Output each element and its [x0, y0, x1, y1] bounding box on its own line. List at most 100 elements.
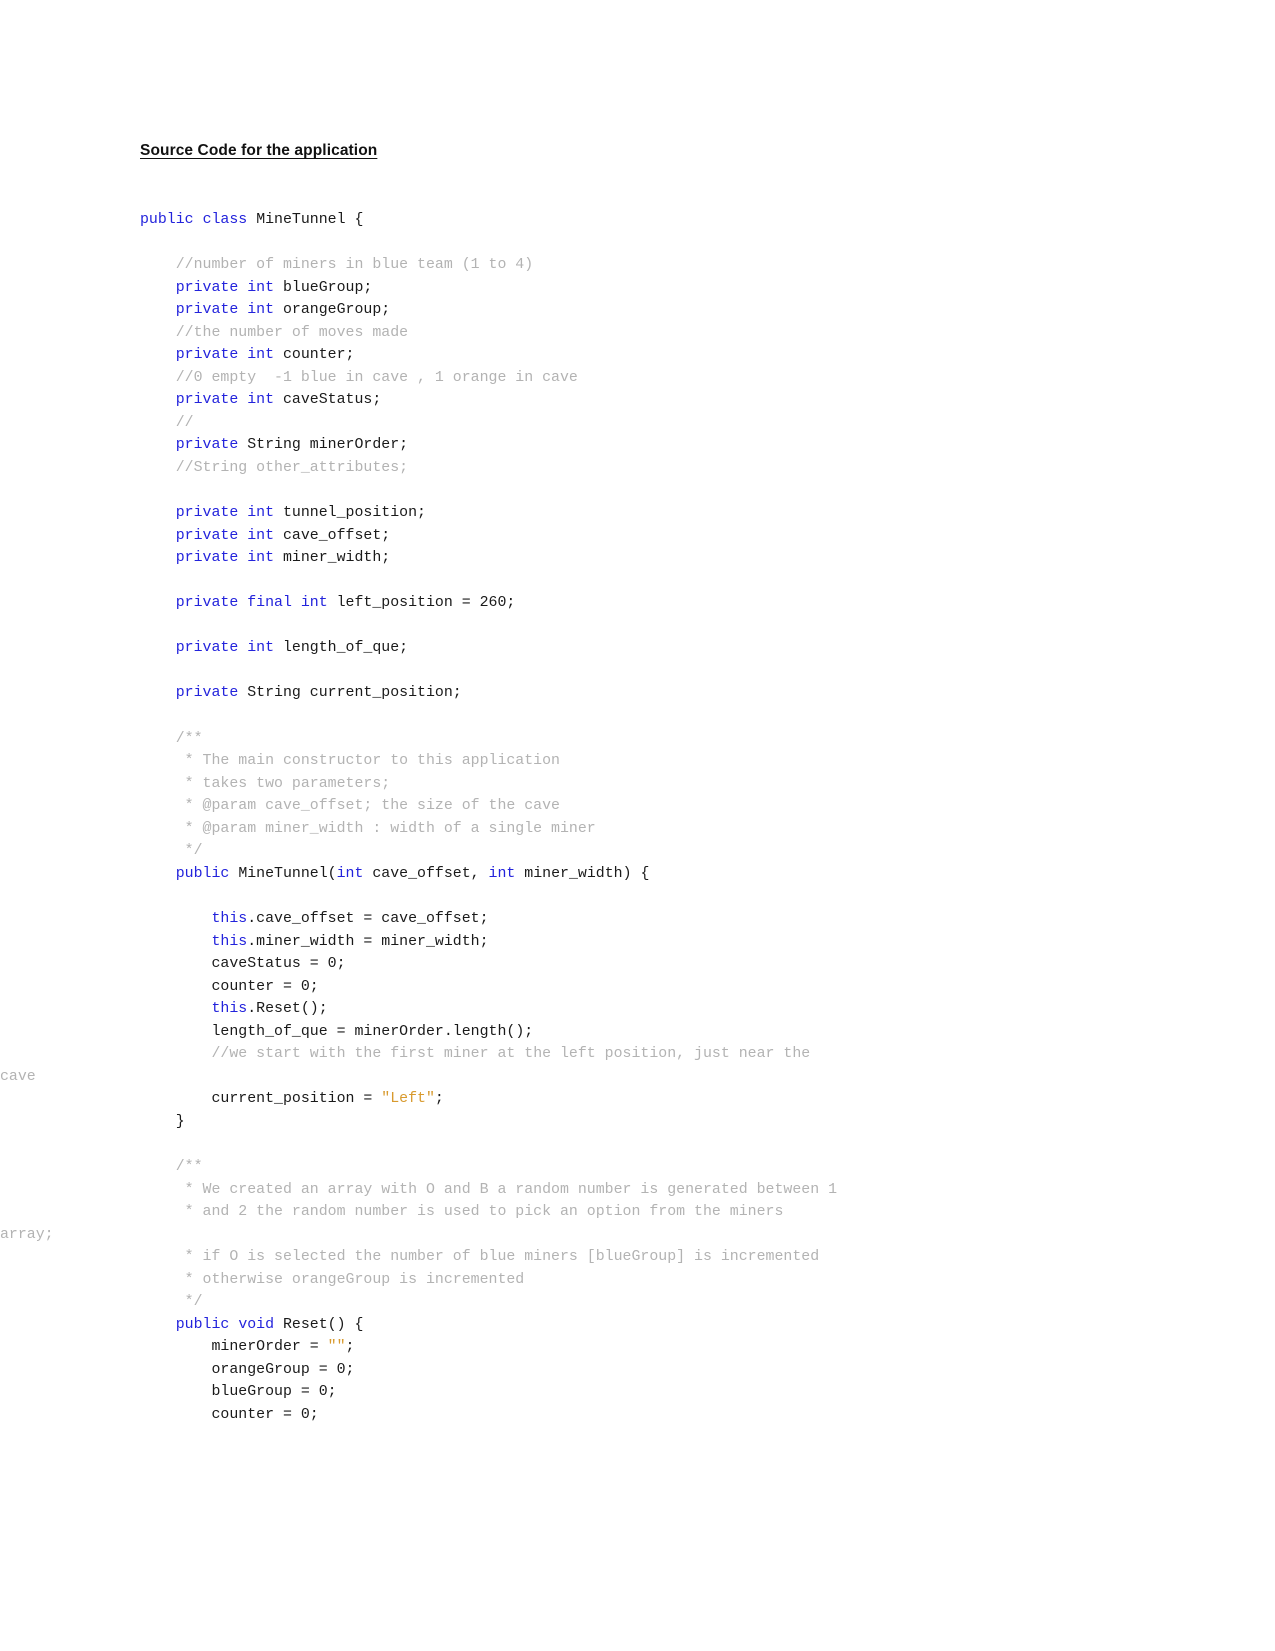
code-line: public class MineTunnel {	[140, 209, 1140, 232]
code-token-kw: int	[247, 347, 283, 364]
source-code-block: public class MineTunnel { //number of mi…	[0, 209, 1140, 1427]
code-line: //String other_attributes;	[140, 457, 1140, 480]
code-token-kw: private	[175, 640, 248, 657]
code-token-str: ""	[327, 1339, 346, 1356]
code-token-plain: Reset() {	[283, 1316, 364, 1333]
code-token-kw: int	[247, 302, 283, 319]
code-token-kw: private	[175, 595, 248, 612]
code-line: private int miner_width;	[140, 547, 1140, 570]
code-token-kw: int	[247, 279, 283, 296]
code-token-plain: }	[175, 1113, 185, 1130]
code-line: private int length_of_que;	[140, 637, 1140, 660]
code-line: private int caveStatus;	[140, 389, 1140, 412]
code-line: //	[140, 412, 1140, 435]
code-token-kw: public	[140, 212, 203, 228]
code-token-plain: cave_offset;	[283, 527, 391, 544]
code-line: caveStatus = 0;	[140, 953, 1140, 976]
code-token-kw: this	[211, 933, 248, 950]
code-line: //the number of moves made	[140, 322, 1140, 345]
code-token-kw: int	[247, 550, 283, 567]
code-token-plain: .cave_offset = cave_offset;	[247, 910, 489, 927]
code-token-kw: private	[175, 550, 248, 567]
code-token-cmt: * if O is selected the number of blue mi…	[175, 1249, 820, 1266]
code-token-kw: private	[175, 347, 248, 364]
code-token-plain: String current_position;	[247, 685, 462, 702]
code-token-kw: this	[211, 1001, 248, 1018]
code-line: length_of_que = minerOrder.length();	[140, 1021, 1140, 1044]
code-token-kw: public	[175, 1316, 239, 1333]
code-token-kw: private	[175, 279, 248, 296]
code-token-kw: private	[175, 302, 248, 319]
code-line: */	[140, 1291, 1140, 1314]
code-line: this.miner_width = miner_width;	[140, 931, 1140, 954]
code-token-kw: private	[175, 505, 248, 522]
code-token-cmt: * The main constructor to this applicati…	[175, 753, 560, 770]
code-token-plain: left_position = 260;	[336, 595, 516, 612]
code-token-plain: minerOrder =	[211, 1339, 328, 1356]
code-line: array;	[0, 1224, 1140, 1247]
code-line: * @param miner_width : width of a single…	[140, 818, 1140, 841]
code-line: minerOrder = "";	[140, 1336, 1140, 1359]
code-line: private int tunnel_position;	[140, 502, 1140, 525]
code-line: orangeGroup = 0;	[140, 1359, 1140, 1382]
code-token-cmt: * @param cave_offset; the size of the ca…	[175, 798, 560, 815]
code-token-kw: private	[175, 685, 248, 702]
code-token-kw: int	[247, 392, 283, 409]
code-line: }	[140, 1111, 1140, 1134]
code-token-plain: counter = 0;	[211, 1406, 319, 1423]
code-line: */	[140, 840, 1140, 863]
code-token-cmt: array;	[0, 1226, 54, 1243]
code-line: /**	[140, 728, 1140, 751]
code-token-plain: .miner_width = miner_width;	[247, 933, 489, 950]
code-line: /**	[140, 1156, 1140, 1179]
code-line: //we start with the first miner at the l…	[140, 1043, 1140, 1066]
code-token-plain: blueGroup;	[283, 279, 373, 296]
code-token-cmt: //String other_attributes;	[175, 460, 409, 477]
code-token-plain: .Reset();	[247, 1001, 328, 1018]
code-token-plain: cave_offset,	[372, 865, 489, 882]
code-token-cmt: */	[175, 1294, 203, 1311]
code-token-plain: caveStatus = 0;	[211, 956, 346, 973]
code-token-cmt: */	[175, 843, 203, 860]
code-token-plain: ;	[434, 1091, 444, 1108]
code-line: private int orangeGroup;	[140, 299, 1140, 322]
code-line: * We created an array with O and B a ran…	[140, 1179, 1140, 1202]
code-line: * The main constructor to this applicati…	[140, 750, 1140, 773]
code-token-plain: caveStatus;	[283, 392, 382, 409]
code-token-plain: counter;	[283, 347, 355, 364]
code-token-cmt: * @param miner_width : width of a single…	[175, 820, 596, 837]
code-token-kw: class	[202, 212, 257, 228]
code-token-plain: length_of_que = minerOrder.length();	[211, 1023, 534, 1040]
code-line: counter = 0;	[140, 976, 1140, 999]
code-token-kw: int	[247, 505, 283, 522]
code-line: * and 2 the random number is used to pic…	[140, 1201, 1140, 1224]
